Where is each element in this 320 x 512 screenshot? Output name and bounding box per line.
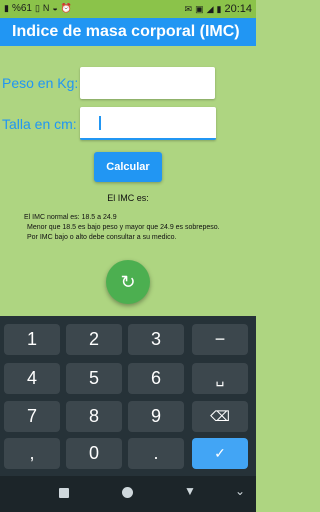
back-icon[interactable]: ▼: [184, 484, 196, 498]
battery-icon: ▮: [4, 3, 9, 13]
text-cursor: [99, 116, 101, 130]
nfc-icon: N: [42, 3, 50, 13]
wifi-icon: ◒: [52, 3, 58, 13]
key-period[interactable]: .: [128, 438, 184, 469]
vibrate-icon: ▯: [34, 3, 40, 13]
key-space[interactable]: ␣: [192, 363, 248, 394]
battery-percentage: %61: [11, 3, 32, 14]
height-input[interactable]: [80, 107, 216, 140]
mail-icon: ✉: [184, 3, 193, 14]
info-normal-range: El IMC normal es: 18.5 a 24.9: [24, 214, 117, 221]
key-6[interactable]: 6: [128, 363, 184, 394]
key-0[interactable]: 0: [66, 438, 122, 469]
home-icon[interactable]: [122, 487, 133, 498]
refresh-icon: ↻: [120, 271, 136, 292]
weight-input[interactable]: [80, 67, 215, 99]
key-5[interactable]: 5: [66, 363, 122, 394]
check-icon: ✓: [214, 445, 226, 461]
key-3[interactable]: 3: [128, 324, 184, 355]
info-advice: Por IMC bajo o alto debe consultar a su …: [27, 234, 177, 241]
recents-icon[interactable]: [59, 488, 69, 498]
key-9[interactable]: 9: [128, 401, 184, 432]
alarm-icon: ⏰: [60, 3, 73, 13]
backspace-icon: ⌫: [210, 408, 230, 424]
key-1[interactable]: 1: [4, 324, 60, 355]
navigation-bar: ▼ ⌄: [0, 476, 256, 512]
key-comma[interactable]: ,: [4, 438, 60, 469]
lock-icon: ▣: [195, 3, 204, 14]
app-title: Indice de masa corporal (IMC): [12, 23, 240, 40]
weight-label: Peso en Kg:: [2, 75, 79, 91]
key-8[interactable]: 8: [66, 401, 122, 432]
refresh-button[interactable]: ↻: [106, 260, 150, 304]
status-time: 20:14: [224, 3, 252, 15]
key-4[interactable]: 4: [4, 363, 60, 394]
battery-icon: ▮: [216, 3, 222, 14]
info-thresholds: Menor que 18.5 es bajo peso y mayor que …: [27, 224, 220, 231]
height-label: Talla en cm:: [2, 116, 77, 132]
signal-icon: ◢: [206, 3, 214, 14]
numeric-keyboard: 1 2 3 − 4 5 6 ␣ 7 8 9 ⌫ , 0 . ✓: [0, 316, 256, 476]
calculate-button[interactable]: Calcular: [94, 152, 162, 182]
key-enter[interactable]: ✓: [192, 438, 248, 469]
space-icon: ␣: [215, 370, 225, 386]
hide-keyboard-icon[interactable]: ⌄: [235, 484, 245, 498]
status-bar: ▮ %61 ▯ N ◒ ⏰ ✉ ▣ ◢ ▮ 20:14: [0, 0, 256, 18]
key-2[interactable]: 2: [66, 324, 122, 355]
key-minus[interactable]: −: [192, 324, 248, 355]
app-bar: Indice de masa corporal (IMC): [0, 18, 256, 46]
key-7[interactable]: 7: [4, 401, 60, 432]
key-backspace[interactable]: ⌫: [192, 401, 248, 432]
imc-result-label: El IMC es:: [107, 193, 149, 203]
